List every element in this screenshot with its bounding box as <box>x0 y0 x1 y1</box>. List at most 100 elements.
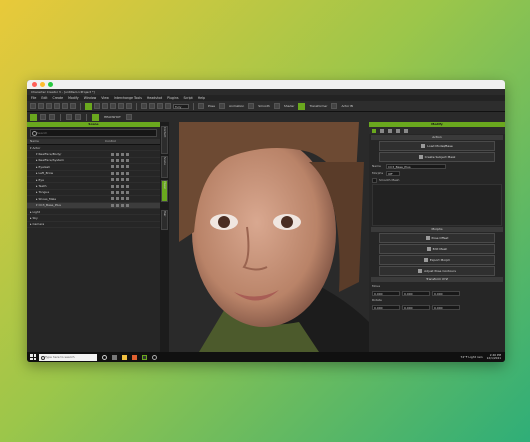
transformer-icon[interactable] <box>298 102 306 110</box>
shadow-icon[interactable] <box>121 158 124 162</box>
tab-visual[interactable]: Visual <box>161 180 168 202</box>
visibility-icon[interactable] <box>111 158 114 162</box>
morph-icon[interactable] <box>66 114 72 120</box>
maximize-window-button[interactable] <box>48 82 53 87</box>
headshot-button[interactable]: HEADSHOT <box>104 115 121 119</box>
taskbar-search-input[interactable]: Type here to search <box>39 353 97 361</box>
action-section-header[interactable]: Action <box>371 135 503 140</box>
shadow-icon[interactable] <box>121 197 124 201</box>
motion-icon[interactable] <box>126 184 129 188</box>
task-view-icon[interactable] <box>112 354 117 360</box>
shader-button[interactable]: Shader <box>284 104 295 108</box>
visibility-icon[interactable] <box>111 171 114 175</box>
menu-plugins[interactable]: Plugins <box>167 95 178 101</box>
menu-file[interactable]: File <box>31 95 36 101</box>
motion-icon[interactable] <box>126 165 129 169</box>
grid-icon[interactable] <box>40 114 46 120</box>
transform-section-header[interactable]: Transform XYZ <box>371 277 503 282</box>
motion-icon[interactable] <box>126 178 129 182</box>
shadow-icon[interactable] <box>121 165 124 169</box>
import-icon[interactable] <box>54 103 60 109</box>
eye-tab-icon[interactable] <box>388 128 392 133</box>
move-y-field[interactable]: 0.000 <box>402 290 430 296</box>
shadow-icon[interactable] <box>121 190 124 194</box>
smooth-checkbox[interactable] <box>372 177 377 183</box>
adjust-pose-button[interactable]: Adjust Pose Contours <box>379 266 495 276</box>
shadow-icon[interactable] <box>121 184 124 188</box>
load-model-button[interactable]: Load Model/Base <box>379 141 495 151</box>
visibility-icon[interactable] <box>111 165 114 169</box>
render-icon[interactable] <box>70 103 76 109</box>
export-morph-button[interactable]: Export Morph <box>379 255 495 265</box>
actor-build-icon[interactable] <box>331 103 338 109</box>
scene-search-input[interactable]: Search <box>30 129 157 137</box>
scale-tool-icon[interactable] <box>110 103 116 109</box>
tab-content[interactable]: Content <box>161 126 168 154</box>
lock-icon[interactable] <box>116 152 119 156</box>
zoom-icon[interactable] <box>165 103 171 109</box>
edit-mesh-button[interactable]: Edit Mesh <box>379 244 495 254</box>
menu-edit[interactable]: Edit <box>41 95 47 101</box>
pose-icon[interactable] <box>198 103 204 109</box>
attribute-tab-icon[interactable] <box>372 128 376 133</box>
character-icon[interactable] <box>49 114 55 120</box>
rotate-x-field[interactable]: 0.000 <box>372 304 400 310</box>
visibility-icon[interactable] <box>111 152 114 156</box>
move-x-field[interactable]: 0.000 <box>372 290 400 296</box>
shadow-icon[interactable] <box>121 152 124 156</box>
name-field[interactable]: CC3_Base_Plus <box>386 163 446 169</box>
create-mask-button[interactable]: Create Subject Mask <box>379 152 495 162</box>
menu-window[interactable]: Window <box>84 95 97 101</box>
motion-icon[interactable] <box>126 197 129 201</box>
lock-icon[interactable] <box>116 171 119 175</box>
clock[interactable]: 2:46 PM 12/1/2021 <box>487 353 501 360</box>
shader-icon[interactable] <box>273 103 280 109</box>
start-button[interactable] <box>30 354 36 360</box>
select-tool-icon[interactable] <box>85 102 92 110</box>
scene-tree-row[interactable]: ▸ Camera <box>27 222 160 229</box>
edit-icon[interactable] <box>75 114 81 120</box>
close-window-button[interactable] <box>32 82 37 87</box>
lock-icon[interactable] <box>116 165 119 169</box>
save-project-icon[interactable] <box>46 103 52 109</box>
visibility-icon[interactable] <box>111 178 114 182</box>
menu-headshot[interactable]: Headshot <box>147 95 162 101</box>
undo-icon[interactable] <box>118 103 124 109</box>
lock-icon[interactable] <box>116 178 119 182</box>
motion-icon[interactable] <box>126 152 129 156</box>
morph-tab-icon[interactable] <box>404 128 408 133</box>
new-project-icon[interactable] <box>30 103 36 109</box>
lock-icon[interactable] <box>116 203 119 207</box>
motion-icon[interactable] <box>126 171 129 175</box>
menu-create[interactable]: Create <box>53 95 64 101</box>
lock-icon[interactable] <box>116 158 119 162</box>
minimize-window-button[interactable] <box>40 82 45 87</box>
shadow-icon[interactable] <box>121 178 124 182</box>
menu-modify[interactable]: Modify <box>68 95 79 101</box>
rotate-y-field[interactable]: 0.000 <box>402 304 430 310</box>
orbit-icon[interactable] <box>157 103 163 109</box>
file-explorer-icon[interactable] <box>122 354 127 360</box>
menu-help[interactable]: Help <box>198 95 205 101</box>
visibility-icon[interactable] <box>111 197 114 201</box>
app-orange-icon[interactable] <box>132 354 137 360</box>
shadow-icon[interactable] <box>121 171 124 175</box>
character-creator-taskbar-icon[interactable] <box>142 354 147 360</box>
camera-icon[interactable] <box>141 103 147 109</box>
visibility-icon[interactable] <box>111 203 114 207</box>
app-circle-icon[interactable] <box>152 354 157 360</box>
shadow-icon[interactable] <box>121 203 124 207</box>
export-icon[interactable] <box>62 103 68 109</box>
tab-scene[interactable]: Scene <box>161 156 168 178</box>
rotate-tool-icon[interactable] <box>102 103 108 109</box>
settings-icon[interactable] <box>125 114 132 120</box>
pan-icon[interactable] <box>149 103 155 109</box>
pose-offset-button[interactable]: Pose Offset <box>379 233 495 243</box>
actor-build-button[interactable]: Actor Bl <box>341 104 353 108</box>
headshot-icon[interactable] <box>92 113 99 121</box>
visibility-icon[interactable] <box>111 184 114 188</box>
brush-tab-icon[interactable] <box>380 128 384 133</box>
motion-tab-icon[interactable] <box>396 128 400 133</box>
menu-interchange-tools[interactable]: Interchange Tools <box>114 95 142 101</box>
weather-text[interactable]: 72°F Light rain <box>460 355 482 359</box>
